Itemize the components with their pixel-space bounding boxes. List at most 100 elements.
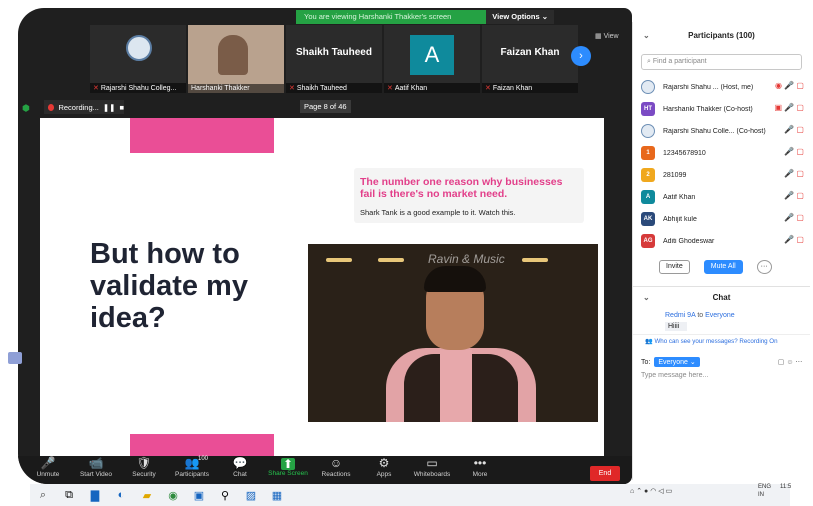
participant-row[interactable]: AG Aditi Ghodeswar 🎤 ▢ bbox=[633, 230, 810, 252]
search-icon[interactable]: ⌕ bbox=[30, 489, 56, 502]
edge-browser-icon[interactable]: ◐ bbox=[108, 489, 134, 501]
file-icon[interactable]: ▢ bbox=[778, 359, 785, 366]
wifi-icon[interactable]: ◠ bbox=[650, 488, 656, 495]
participant-name: Rajarshi Shahu ... (Host, me) bbox=[663, 83, 754, 91]
chat-button[interactable]: 💬 Chat bbox=[216, 456, 264, 484]
chevron-down-icon[interactable]: ⌄ bbox=[643, 287, 650, 309]
chat-icon: 💬 bbox=[232, 456, 248, 470]
slide-headline: But how to validate my idea? bbox=[90, 238, 248, 334]
end-meeting-button[interactable]: End bbox=[590, 466, 620, 481]
chat-label: Chat bbox=[233, 471, 247, 478]
chat-recipient-select[interactable]: Everyone ⌄ bbox=[654, 357, 700, 367]
participant-status-icons: 🎤 ▢ bbox=[784, 235, 804, 244]
pause-recording-icon[interactable]: ❚❚ bbox=[103, 103, 116, 112]
video-tile-name: Faizan Khan bbox=[492, 85, 533, 92]
share-screen-button[interactable]: ⬆ Share Screen bbox=[264, 456, 312, 484]
participant-status-icons: 🎤 ▢ bbox=[784, 147, 804, 156]
participant-display-name: Shaikh Tauheed bbox=[296, 47, 372, 58]
screen-share-banner: You are viewing Harshanki Thakker's scre… bbox=[296, 10, 554, 24]
video-tile-aatif-khan[interactable]: A ✕ Aatif Khan bbox=[384, 25, 480, 93]
battery-icon[interactable]: ▭ bbox=[666, 488, 673, 495]
stop-recording-icon[interactable]: ■ bbox=[119, 103, 124, 112]
participant-display-name: Faizan Khan bbox=[500, 47, 560, 58]
slide-quote-box: The number one reason why businesses fai… bbox=[354, 168, 584, 223]
recording-dot-icon bbox=[48, 103, 55, 111]
participant-search-input[interactable]: ⌕ Find a participant bbox=[641, 54, 802, 70]
unmute-button[interactable]: 🎤 Unmute bbox=[24, 456, 72, 484]
more-icon: ••• bbox=[473, 456, 487, 470]
chat-message-input[interactable]: Type message here... bbox=[633, 367, 810, 379]
participants-chat-panel: ⌄ Participants (100) ⌕ Find a participan… bbox=[632, 22, 810, 480]
video-watermark: Ravin & Music bbox=[428, 252, 505, 266]
chrome-icon[interactable]: ◉ bbox=[160, 489, 186, 502]
start-video-label: Start Video bbox=[79, 471, 113, 478]
emoji-icon[interactable]: ☺ bbox=[786, 359, 793, 366]
participant-row[interactable]: A Aatif Khan 🎤 ▢ bbox=[633, 186, 810, 208]
clock-time[interactable]: 11:5 bbox=[780, 483, 791, 491]
participant-status-icons: 🎤 ▢ bbox=[784, 213, 804, 222]
reactions-label: Reactions bbox=[321, 471, 351, 478]
chevron-down-icon[interactable]: ⌄ bbox=[643, 22, 650, 50]
participant-video bbox=[218, 35, 248, 75]
app-icon[interactable]: ▇ bbox=[82, 489, 108, 502]
mic-muted-icon: ✕ bbox=[289, 85, 295, 92]
mute-all-button[interactable]: Mute All bbox=[703, 260, 743, 274]
video-tile-name: Harshanki Thakker bbox=[191, 85, 250, 92]
video-tile-shaikh-tauheed[interactable]: Shaikh Tauheed ✕ Shaikh Tauheed bbox=[286, 25, 382, 93]
participant-row[interactable]: 2 281099 🎤 ▢ bbox=[633, 164, 810, 186]
chat-header: ⌄ Chat bbox=[633, 286, 810, 308]
invite-button[interactable]: Invite bbox=[659, 260, 690, 274]
video-tile-harshanki-thakker[interactable]: Harshanki Thakker bbox=[188, 25, 284, 93]
microphone-icon[interactable]: ● bbox=[644, 488, 648, 495]
reactions-button[interactable]: ☺ Reactions bbox=[312, 456, 360, 484]
participant-name: 12345678910 bbox=[663, 149, 706, 157]
volume-icon[interactable]: ◁ bbox=[658, 488, 663, 495]
chat-visibility-notice[interactable]: 👥 Who can see your messages? Recording O… bbox=[633, 334, 810, 345]
participant-row[interactable]: HT Harshanki Thakker (Co-host) ▣ 🎤 ▢ bbox=[633, 98, 810, 120]
participant-actions: Invite Mute All ··· bbox=[633, 252, 810, 286]
video-tile-rajarshi-shahu[interactable]: ✕ Rajarshi Shahu Colleg... bbox=[90, 25, 186, 93]
participant-row[interactable]: Rajarshi Shahu ... (Host, me) ◉ 🎤 ▢ bbox=[633, 76, 810, 98]
meeting-toolbar: 🎤 Unmute 📹 Start Video 🛡 Security 👥 100 Particip… bbox=[18, 456, 632, 484]
file-explorer-icon[interactable]: ▰ bbox=[134, 489, 160, 502]
security-button[interactable]: 🛡 Security bbox=[120, 456, 168, 484]
mic-muted-icon: ✕ bbox=[387, 85, 393, 92]
start-video-button[interactable]: 📹 Start Video bbox=[72, 456, 120, 484]
apps-button[interactable]: ⚙ Apps bbox=[360, 456, 408, 484]
task-view-icon[interactable]: ⧉ bbox=[56, 489, 82, 502]
people-icon[interactable]: ⌂ bbox=[630, 488, 634, 495]
participant-row[interactable]: 1 12345678910 🎤 ▢ bbox=[633, 142, 810, 164]
video-tile-faizan-khan[interactable]: Faizan Khan ✕ Faizan Khan bbox=[482, 25, 578, 93]
chevron-up-icon[interactable]: ⌃ bbox=[636, 488, 642, 495]
language-clock[interactable]: ENG IN bbox=[758, 483, 771, 499]
more-options-button[interactable]: ··· bbox=[756, 260, 772, 274]
next-page-button[interactable]: › bbox=[571, 46, 591, 66]
stage-light bbox=[326, 258, 352, 262]
chat-to-label: To: bbox=[641, 358, 651, 366]
share-screen-label: Share Screen bbox=[268, 470, 308, 477]
whiteboards-button[interactable]: ▭ Whiteboards bbox=[408, 456, 456, 484]
slide-pink-block-bottom bbox=[130, 434, 274, 456]
participant-row[interactable]: Rajarshi Shahu Colle... (Co-host) 🎤 ▢ bbox=[633, 120, 810, 142]
slide-embedded-video[interactable]: Ravin & Music bbox=[308, 244, 598, 422]
participant-count: 100 bbox=[198, 456, 209, 462]
participant-avatar: HT bbox=[641, 102, 655, 116]
person-shirt bbox=[440, 350, 472, 422]
view-button[interactable]: ▦ View bbox=[595, 32, 619, 40]
people-icon: 👥 bbox=[184, 456, 200, 470]
slide-quote: The number one reason why businesses fai… bbox=[360, 176, 563, 200]
more-button[interactable]: ••• More bbox=[456, 456, 504, 484]
video-thumbnail-strip: ✕ Rajarshi Shahu Colleg... Harshanki Thak… bbox=[90, 25, 620, 93]
recording-label: Recording... bbox=[58, 102, 99, 112]
view-options-button[interactable]: View Options ⌄ bbox=[486, 10, 554, 24]
photos-icon[interactable]: ▨ bbox=[238, 489, 264, 502]
participants-button[interactable]: 👥 100 Participants bbox=[168, 456, 216, 484]
participant-avatar: 2 bbox=[641, 168, 655, 182]
magnifier-icon[interactable]: ⚲ bbox=[212, 489, 238, 502]
chat-title: Chat bbox=[712, 293, 731, 302]
participant-name: Rajarshi Shahu Colle... (Co-host) bbox=[663, 127, 766, 135]
zoom-app-icon[interactable]: ▣ bbox=[186, 489, 212, 502]
participant-row[interactable]: AK Abhijit kule 🎤 ▢ bbox=[633, 208, 810, 230]
more-icon[interactable]: ⋯ bbox=[795, 359, 802, 366]
word-icon[interactable]: ▦ bbox=[264, 489, 290, 502]
